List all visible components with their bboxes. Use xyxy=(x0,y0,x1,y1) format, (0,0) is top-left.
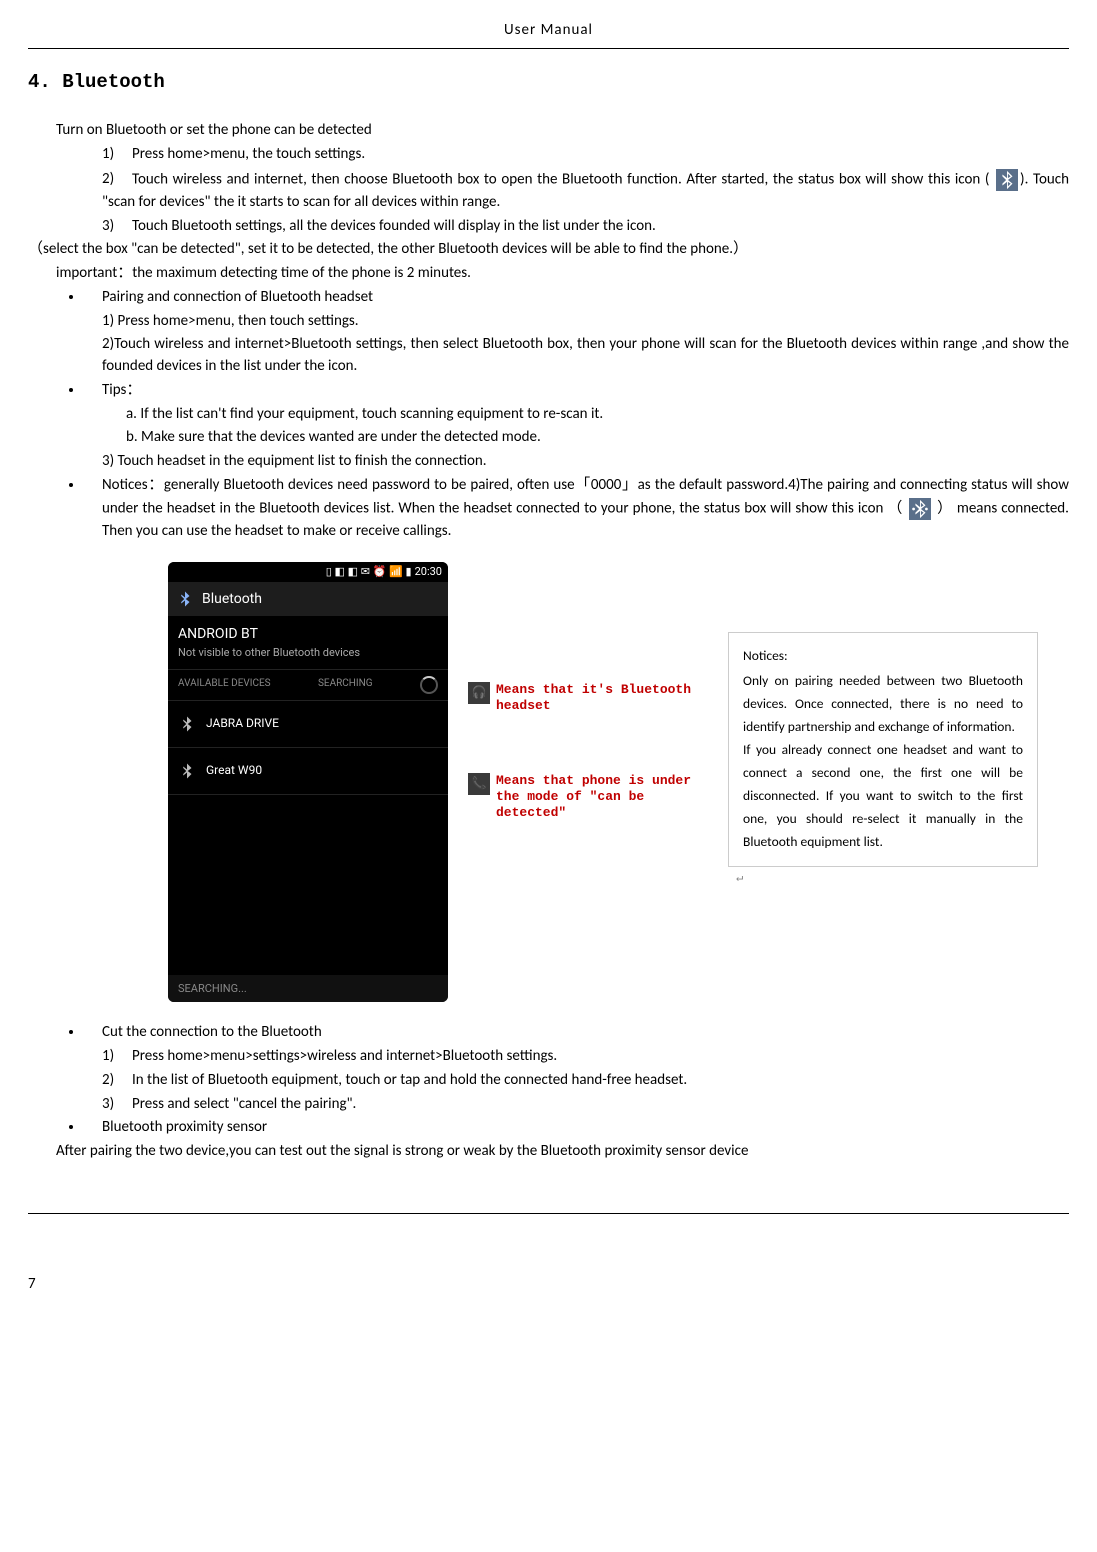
phone-device-row: ANDROID BT Not visible to other Bluetoot… xyxy=(168,616,448,669)
page-number: 7 xyxy=(28,1274,1069,1296)
phone-title: Bluetooth xyxy=(202,589,262,609)
bluetooth-mini-icon xyxy=(178,760,196,782)
intro-text: Turn on Bluetooth or set the phone can b… xyxy=(56,120,1069,142)
page-header: User Manual xyxy=(28,20,1069,42)
headset-icon: 🎧 xyxy=(468,682,490,704)
notice-box-wrap: Notices: Only on pairing needed between … xyxy=(728,562,1038,888)
bluetooth-connected-icon xyxy=(909,497,931,521)
phone-device-sub: Not visible to other Bluetooth devices xyxy=(178,645,438,661)
header-rule xyxy=(28,48,1069,49)
tab-searching: SEARCHING xyxy=(318,677,373,692)
bluetooth-mini-icon xyxy=(176,588,194,610)
tips-title: Tips： xyxy=(102,380,1069,402)
cut-steps: 1)Press home>menu>settings>wireless and … xyxy=(102,1046,1069,1115)
spinner-icon xyxy=(420,676,438,694)
paragraph-mark-icon: ↵ xyxy=(736,871,743,885)
phone-list-item-2: Great W90 xyxy=(168,748,448,795)
pairing-title: Pairing and connection of Bluetooth head… xyxy=(102,287,1069,309)
phone-empty-area xyxy=(168,795,448,975)
cut-step-3: Press and select "cancel the pairing". xyxy=(132,1095,356,1113)
prox-title: Bluetooth proximity sensor xyxy=(102,1117,1069,1139)
notice-box-title: Notices: xyxy=(743,645,1023,668)
status-time: 20:30 xyxy=(415,564,442,580)
prox-body: After pairing the two device,you can tes… xyxy=(56,1141,1069,1163)
cut-step-1: Press home>menu>settings>wireless and in… xyxy=(132,1047,557,1065)
annotation-1-text: Means that it's Bluetooth headset xyxy=(496,682,708,713)
pairing-step-1: 1) Press home>menu, then touch settings. xyxy=(102,311,1069,333)
select-box-note: （select the box "can be detected", set i… xyxy=(28,239,1069,261)
annotation-1: 🎧 Means that it's Bluetooth headset xyxy=(468,682,708,713)
phone-statusbar: ▯ ◧ ◧ ✉ ⏰ 📶 ▮ 20:30 xyxy=(168,562,448,582)
important-note: important：the maximum detecting time of … xyxy=(56,263,1069,285)
status-icons: ▯ ◧ ◧ ✉ ⏰ 📶 ▮ xyxy=(326,564,412,580)
bluetooth-mini-icon xyxy=(178,713,196,735)
bullet-list-1: Pairing and connection of Bluetooth head… xyxy=(28,287,1069,543)
phone-list-item-1: JABRA DRIVE xyxy=(168,701,448,748)
annotation-2-text: Means that phone is under the mode of "c… xyxy=(496,773,708,820)
section-title: 4. Bluetooth xyxy=(28,69,1069,97)
item-1-label: JABRA DRIVE xyxy=(206,715,279,732)
phone-titlebar: Bluetooth xyxy=(168,582,448,616)
step-1: Press home>menu, the touch settings. xyxy=(132,145,365,163)
pairing-step-2: 2)Touch wireless and internet>Bluetooth … xyxy=(102,334,1069,378)
phone-tabs: AVAILABLE DEVICES SEARCHING xyxy=(168,670,448,701)
cut-step-2: In the list of Bluetooth equipment, touc… xyxy=(132,1071,687,1089)
step-3: Touch Bluetooth settings, all the device… xyxy=(132,217,656,235)
step-2a: Touch wireless and internet, then choose… xyxy=(132,170,989,188)
cut-title: Cut the connection to the Bluetooth xyxy=(102,1022,1069,1044)
bullet-list-2: Cut the connection to the Bluetooth 1)Pr… xyxy=(28,1022,1069,1139)
annotations: 🎧 Means that it's Bluetooth headset 📞 Me… xyxy=(468,682,708,820)
main-steps: 1)Press home>menu, the touch settings. 2… xyxy=(102,144,1069,237)
phone-screenshot: ▯ ◧ ◧ ✉ ⏰ 📶 ▮ 20:30 Bluetooth ANDROID BT… xyxy=(168,562,448,1002)
item-2-label: Great W90 xyxy=(206,762,262,779)
notice-box: Notices: Only on pairing needed between … xyxy=(728,632,1038,866)
phone-icon: 📞 xyxy=(468,773,490,795)
phone-device-name: ANDROID BT xyxy=(178,624,438,644)
tip-a: a. If the list can't find your equipment… xyxy=(126,404,1069,426)
annotation-2: 📞 Means that phone is under the mode of … xyxy=(468,773,708,820)
screenshot-row: ▯ ◧ ◧ ✉ ⏰ 📶 ▮ 20:30 Bluetooth ANDROID BT… xyxy=(168,562,1069,1002)
bluetooth-icon xyxy=(996,168,1018,192)
footer-rule xyxy=(28,1213,1069,1214)
tab-available: AVAILABLE DEVICES xyxy=(178,677,271,692)
tips-step-3: 3) Touch headset in the equipment list t… xyxy=(102,451,1069,473)
notice-box-body: Only on pairing needed between two Bluet… xyxy=(743,670,1023,854)
tip-b: b. Make sure that the devices wanted are… xyxy=(126,427,1069,449)
phone-footer: SEARCHING... xyxy=(168,975,448,1003)
